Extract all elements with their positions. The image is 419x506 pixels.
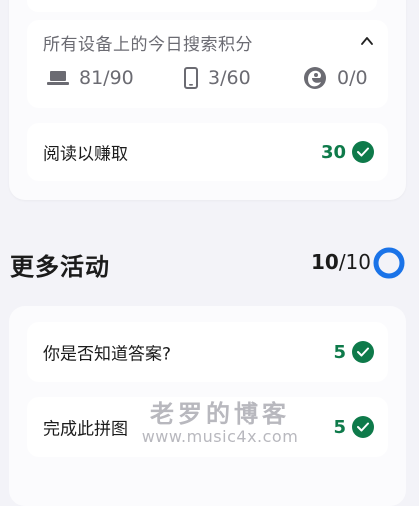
read-to-earn-points-value: 30 [320,141,346,163]
watermark-url: www.music4x.com [141,427,299,446]
phone-icon [184,67,198,89]
check-circle-icon [352,341,374,363]
activity-points: 5 [333,341,374,363]
more-activities-progress: 10/10 [311,250,371,274]
read-to-earn-points: 30 [321,141,374,163]
more-activities-completed: 10 [310,250,339,274]
mobile-points-value: 3/60 [208,67,251,89]
check-circle-icon [352,141,374,163]
activity-points: 5 [333,416,374,438]
edge-points: 0/0 [303,66,368,90]
activity-points-value: 5 [333,416,346,438]
previous-card-edge [27,0,377,12]
chevron-up-icon[interactable] [360,34,374,48]
check-circle-icon [352,416,374,438]
activity-points-value: 5 [333,341,346,363]
device-points-card: 所有设备上的今日搜索积分 81/90 3/60 0/0 [27,20,388,108]
progress-ring-icon [373,247,405,279]
read-to-earn-label: 阅读以赚取 [43,144,128,165]
watermark: 老罗的博客 www.music4x.com [120,394,320,446]
edge-points-value: 0/0 [337,67,368,89]
activity-row-quiz[interactable]: 你是否知道答案? 5 [27,322,388,382]
device-points-title: 所有设备上的今日搜索积分 [43,35,253,55]
activity-label: 你是否知道答案? [43,344,172,365]
watermark-text: 老罗的博客 [150,399,290,428]
edge-browser-icon [304,67,326,89]
pc-points: 81/90 [47,66,134,90]
laptop-icon [47,71,69,85]
activity-label: 完成此拼图 [43,419,128,440]
more-activities-total: /10 [338,250,371,274]
read-to-earn-row[interactable]: 阅读以赚取 30 [27,123,388,181]
pc-points-value: 81/90 [79,67,134,89]
more-activities-title: 更多活动 [10,253,110,281]
mobile-points: 3/60 [184,66,251,90]
